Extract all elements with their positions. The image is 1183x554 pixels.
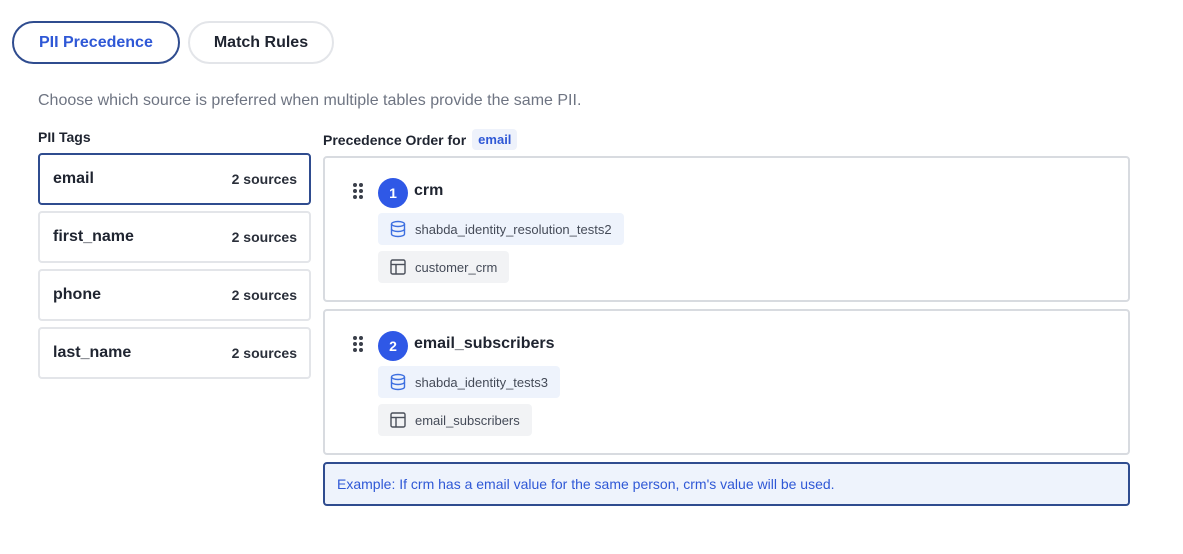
drag-handle-icon[interactable] (352, 182, 364, 200)
table-chip: email_subscribers (378, 404, 532, 436)
tab-pii-precedence[interactable]: PII Precedence (12, 21, 180, 64)
database-name: shabda_identity_resolution_tests2 (415, 221, 612, 237)
source-name: email_subscribers (414, 335, 555, 352)
drag-handle-icon[interactable] (352, 335, 364, 353)
tag-item-last-name[interactable]: last_name 2 sources (38, 327, 311, 379)
rank-badge: 2 (378, 331, 408, 361)
example-callout: Example: If crm has a email value for th… (323, 462, 1130, 506)
table-icon (389, 411, 407, 429)
tag-item-email[interactable]: email 2 sources (38, 153, 311, 205)
precedence-title-label: Precedence Order for (323, 131, 467, 148)
tag-item-phone[interactable]: phone 2 sources (38, 269, 311, 321)
tag-name: phone (53, 286, 101, 303)
example-text: Example: If crm has a email value for th… (337, 476, 835, 492)
database-icon (389, 220, 407, 238)
tag-name: first_name (53, 228, 134, 245)
page-description: Choose which source is preferred when mu… (38, 92, 582, 109)
database-name: shabda_identity_tests3 (415, 374, 548, 390)
source-name: crm (414, 182, 444, 199)
database-icon (389, 373, 407, 391)
table-name: customer_crm (415, 259, 498, 275)
database-chip: shabda_identity_tests3 (378, 366, 560, 398)
table-name: email_subscribers (415, 412, 520, 428)
precedence-title: Precedence Order for email (323, 129, 518, 150)
precedence-list: 1 crm shabda_identity_resolution_tests2 (323, 156, 1130, 506)
rank-badge: 1 (378, 178, 408, 208)
tag-item-first-name[interactable]: first_name 2 sources (38, 211, 311, 263)
tab-bar: PII Precedence Match Rules (12, 21, 335, 64)
tag-name: last_name (53, 344, 132, 361)
tag-name: email (53, 170, 94, 187)
pii-tags-title: PII Tags (38, 129, 91, 145)
source-card-email-subscribers[interactable]: 2 email_subscribers shabda_identity_test… (323, 309, 1130, 455)
database-chip: shabda_identity_resolution_tests2 (378, 213, 624, 245)
pii-tag-list: email 2 sources first_name 2 sources pho… (38, 153, 311, 385)
table-icon (389, 258, 407, 276)
table-chip: customer_crm (378, 251, 510, 283)
tab-match-rules[interactable]: Match Rules (187, 21, 335, 64)
source-card-crm[interactable]: 1 crm shabda_identity_resolution_tests2 (323, 156, 1130, 302)
tag-source-count: 2 sources (231, 287, 297, 303)
tag-source-count: 2 sources (231, 345, 297, 361)
tag-source-count: 2 sources (231, 171, 297, 187)
selected-tag-chip: email (472, 129, 518, 150)
tag-source-count: 2 sources (231, 229, 297, 245)
